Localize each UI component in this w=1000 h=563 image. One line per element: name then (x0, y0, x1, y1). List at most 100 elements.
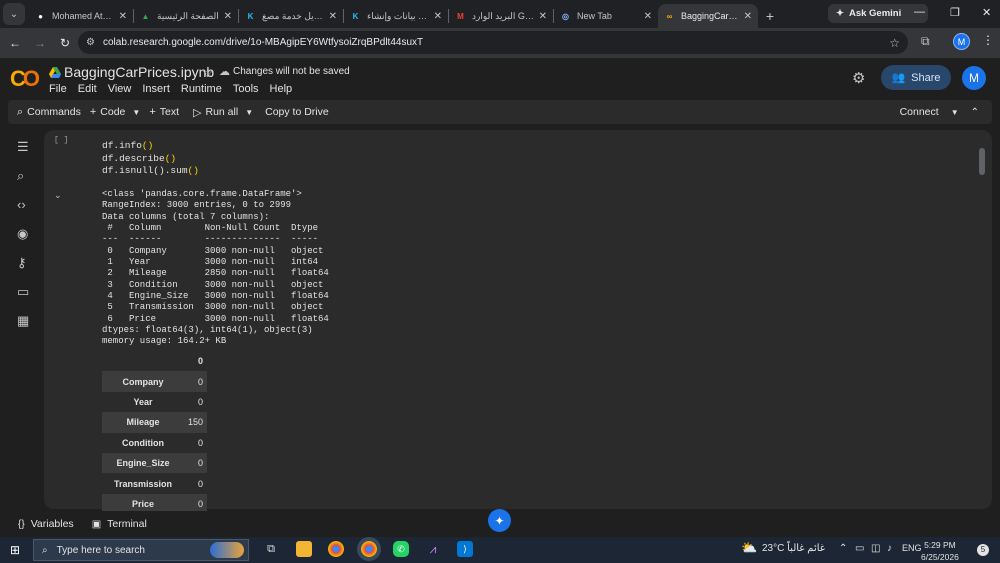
row-label: Engine_Size (116, 458, 170, 469)
browser-tab[interactable]: ▲ الصفحة الرئيسية ✕ (134, 4, 238, 28)
people-icon: 👥 (891, 72, 906, 84)
file-explorer-icon[interactable] (296, 541, 312, 557)
table-of-contents-icon[interactable]: ☰ (17, 139, 29, 155)
tab-label: BaggingCarPrices (681, 11, 740, 21)
url-field[interactable]: ⚙ colab.research.google.com/drive/1o-MBA… (78, 31, 908, 54)
close-tab-icon[interactable]: ✕ (539, 11, 547, 22)
settings-gear-icon[interactable]: ⚙ (852, 69, 865, 87)
table-row: Engine_Size 0 (102, 452, 208, 474)
secrets-key-icon[interactable]: ⚷ (17, 255, 27, 271)
menu-item-insert[interactable]: Insert (142, 83, 170, 95)
find-icon[interactable]: ⌕ (17, 168, 24, 184)
chevron-up-icon[interactable]: ⌃ (971, 107, 979, 118)
close-tab-icon[interactable]: ✕ (119, 11, 127, 22)
cell-code-editor[interactable]: df.info() df.describe() df.isnull().sum() (102, 140, 199, 178)
add-code-button[interactable]: + Code ▼ (90, 106, 140, 118)
extensions-icon[interactable]: ⧉ (921, 34, 930, 49)
null-count-value: 150 (188, 417, 204, 428)
browser-tab[interactable]: M البريد الوارد Gmail ✕ (449, 4, 553, 28)
volume-icon[interactable]: ◫ (871, 543, 880, 554)
notebook-title[interactable]: BaggingCarPrices.ipynb (64, 64, 214, 80)
star-notebook-icon[interactable]: ☆ (202, 65, 214, 81)
chrome-active-icon[interactable] (361, 541, 377, 557)
gemini-assist-button[interactable]: ✦ (488, 509, 511, 532)
row-label: Transmission (113, 478, 173, 489)
app-icon[interactable]: ⩘ (425, 541, 441, 557)
forward-button[interactable]: → (30, 36, 50, 50)
weather-text[interactable]: 23°C غائم غالباً (762, 543, 825, 554)
menu-item-runtime[interactable]: Runtime (181, 83, 222, 95)
whatsapp-icon[interactable]: ✆ (393, 541, 409, 557)
close-tab-icon[interactable]: ✕ (224, 11, 232, 22)
run-all-button[interactable]: ▷ Run all ▼ (193, 106, 253, 119)
data-table-icon[interactable]: ▦ (17, 313, 29, 329)
chrome-icon: ◎ (562, 11, 569, 21)
browser-tab[interactable]: K تحليل بيانات وإنشاء ✕ (344, 4, 448, 28)
chevron-down-icon[interactable]: ▼ (951, 108, 959, 117)
tab-search-button[interactable]: ⌄ (3, 3, 25, 25)
close-tab-icon[interactable]: ✕ (329, 11, 337, 22)
back-button[interactable]: ← (5, 36, 25, 50)
menu-item-view[interactable]: View (108, 83, 132, 95)
browser-tab[interactable]: ◎ New Tab ✕ (554, 4, 658, 28)
tab-label: Mohamed Atef | (52, 11, 115, 21)
bookmark-star-icon[interactable]: ☆ (889, 36, 900, 50)
close-tab-icon[interactable]: ✕ (744, 11, 752, 22)
language-indicator[interactable]: ENG (902, 543, 922, 553)
close-tab-icon[interactable]: ✕ (644, 11, 652, 22)
menu-item-file[interactable]: File (49, 83, 67, 95)
taskbar-search-box[interactable]: ⌕ Type here to search (33, 539, 249, 561)
variables-button[interactable]: {} Variables (18, 518, 74, 530)
copy-to-drive-button[interactable]: Copy to Drive (265, 106, 329, 118)
speaker-icon[interactable]: ♪ (887, 543, 892, 554)
notification-badge[interactable]: 5 (977, 544, 989, 556)
vertical-scrollbar[interactable] (979, 148, 985, 175)
reload-button[interactable]: ↻ (55, 36, 75, 50)
files-folder-icon[interactable]: ▭ (17, 284, 29, 300)
browser-menu-icon[interactable]: ⋮ (982, 33, 994, 47)
collapse-output-chevron-icon[interactable]: ⌄ (54, 190, 62, 201)
task-view-icon[interactable]: ⧉ (263, 541, 279, 557)
code-cell[interactable]: [ ] df.info() df.describe() df.isnull().su… (44, 130, 992, 515)
add-text-button[interactable]: + Text (149, 106, 179, 118)
chevron-down-icon[interactable]: ▼ (132, 108, 140, 117)
account-avatar[interactable]: M (962, 66, 986, 90)
table-header-row: 0 (102, 351, 207, 371)
code-line: df.info() (102, 140, 154, 151)
close-window-button[interactable]: ✕ (982, 6, 991, 19)
terminal-button[interactable]: ▣ Terminal (92, 518, 147, 530)
connect-button[interactable]: Connect ▼ ⌃ (900, 106, 979, 118)
new-tab-button[interactable]: + (758, 4, 782, 28)
variables-inspector-icon[interactable]: ◉ (17, 226, 28, 242)
commands-button[interactable]: ⌕ Commands (17, 106, 81, 119)
menu-item-tools[interactable]: Tools (233, 83, 259, 95)
menu-item-edit[interactable]: Edit (78, 83, 97, 95)
taskbar-clock[interactable]: 5:29 PM 6/25/2026 (921, 539, 959, 563)
tray-chevron-icon[interactable]: ⌃ (839, 543, 847, 554)
github-icon: ● (38, 11, 43, 21)
chevron-down-icon[interactable]: ▼ (245, 108, 253, 117)
restore-button[interactable]: ❐ (950, 6, 960, 19)
browser-tab[interactable]: ∞ BaggingCarPrices ✕ (658, 4, 758, 28)
share-button[interactable]: 👥 Share (881, 65, 951, 90)
windows-start-icon[interactable]: ⊞ (0, 543, 30, 557)
menu-item-help[interactable]: Help (270, 83, 293, 95)
minimize-button[interactable]: — (914, 6, 925, 18)
network-icon[interactable]: ▭ (855, 543, 864, 554)
close-tab-icon[interactable]: ✕ (434, 11, 442, 22)
cell-output-text: <class 'pandas.core.frame.DataFrame'> Ra… (102, 189, 329, 347)
cell-run-indicator[interactable]: [ ] (54, 136, 68, 145)
drive-icon (49, 67, 61, 78)
drive-icon: ▲ (141, 11, 150, 21)
browser-tab[interactable]: K تعديل خدمة مصغ ✕ (239, 4, 343, 28)
code-snippets-icon[interactable]: ‹› (17, 197, 26, 212)
braces-icon: {} (18, 518, 25, 530)
vscode-icon[interactable]: ⟩ (457, 541, 473, 557)
browser-tab[interactable]: ● Mohamed Atef | ✕ (29, 4, 133, 28)
colab-logo[interactable]: CO (10, 66, 40, 92)
chrome-icon[interactable] (328, 541, 344, 557)
table-row: Condition 0 (102, 433, 207, 453)
site-info-icon[interactable]: ⚙ (86, 37, 95, 48)
browser-profile-avatar[interactable]: M (953, 33, 970, 50)
ask-gemini-button[interactable]: ✦ Ask Gemini (828, 4, 928, 23)
